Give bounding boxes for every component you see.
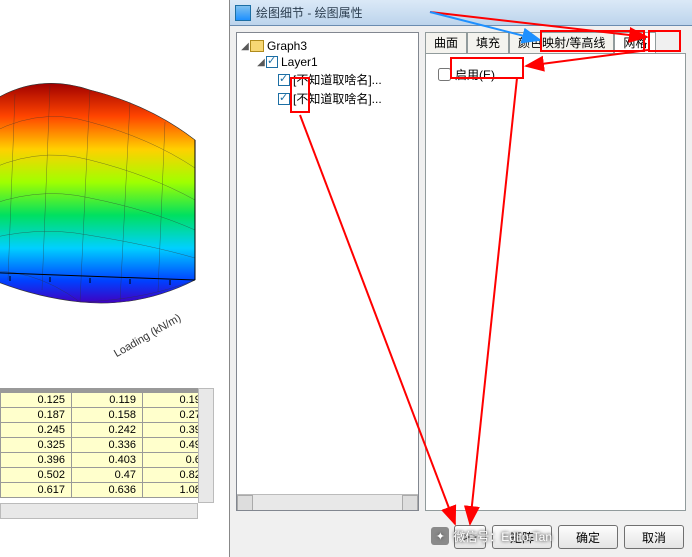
surface-mesh	[0, 50, 200, 330]
tree-dataset[interactable]: [不知道取啥名]...	[240, 89, 415, 108]
cancel-button[interactable]: 取消	[624, 525, 684, 549]
table-cell[interactable]: 0.242	[72, 423, 143, 438]
enable-label: 启用(E)	[455, 66, 495, 83]
watermark: ✦ 微信号：EditorTan	[431, 527, 552, 545]
data-table: 0.1250.1190.1910.1870.1580.2770.2450.242…	[0, 388, 214, 518]
watermark-text: 微信号：EditorTan	[453, 528, 552, 545]
checkbox-icon[interactable]	[266, 56, 278, 68]
table-cell[interactable]: 0.396	[1, 453, 72, 468]
enable-checkbox[interactable]	[438, 68, 451, 81]
tree-layer[interactable]: ◢ Layer1	[240, 54, 415, 70]
enable-checkbox-row[interactable]: 启用(E)	[438, 66, 495, 83]
wechat-icon: ✦	[431, 527, 449, 545]
tab-fill[interactable]: 填充	[467, 32, 509, 53]
tab-curve[interactable]: 曲面	[425, 32, 467, 53]
table-cell[interactable]: 0.119	[72, 393, 143, 408]
dialog-title: 绘图细节 - 绘图属性	[256, 4, 363, 21]
collapse-arrow-icon[interactable]: ◢	[240, 41, 250, 52]
checkbox-icon[interactable]	[278, 93, 290, 105]
table-cell[interactable]: 0.158	[72, 408, 143, 423]
dialog-titlebar[interactable]: 绘图细节 - 绘图属性	[230, 0, 692, 26]
tab-bar: 曲面 填充 颜色映射/等高线 网格	[425, 32, 686, 54]
table-cell[interactable]: 0.125	[1, 393, 72, 408]
ok-button[interactable]: 确定	[558, 525, 618, 549]
table-cell[interactable]: 0.502	[1, 468, 72, 483]
table-cell[interactable]: 0.47	[72, 468, 143, 483]
table-scrollbar-vertical[interactable]	[198, 388, 214, 503]
tree-scrollbar-horizontal[interactable]	[237, 494, 418, 510]
tab-grid[interactable]: 网格	[614, 32, 656, 54]
collapse-arrow-icon[interactable]: ◢	[256, 57, 266, 68]
background-plot-pane: Loading (kN/m) 0.1250.1190.1910.1870.158…	[0, 0, 214, 557]
tree-root-graph[interactable]: ◢ Graph3	[240, 38, 415, 54]
tree-label: Layer1	[281, 55, 318, 69]
plot-details-dialog: 绘图细节 - 绘图属性 ◢ Graph3 ◢ Layer1 [不知道取啥名]..…	[229, 0, 692, 557]
checkbox-icon[interactable]	[278, 74, 290, 86]
table-cell[interactable]: 0.187	[1, 408, 72, 423]
tab-panel: 曲面 填充 颜色映射/等高线 网格 启用(E)	[425, 32, 686, 511]
app-icon	[235, 5, 251, 21]
tab-colormap[interactable]: 颜色映射/等高线	[509, 32, 614, 53]
table-scrollbar-horizontal[interactable]	[0, 503, 198, 519]
table-cell[interactable]: 0.636	[72, 483, 143, 498]
layer-tree-panel: ◢ Graph3 ◢ Layer1 [不知道取啥名]... [不知道取啥名]..…	[236, 32, 419, 511]
table-cell[interactable]: 0.245	[1, 423, 72, 438]
table-cell[interactable]: 0.336	[72, 438, 143, 453]
tab-content-grid: 启用(E)	[425, 53, 686, 511]
table-cell[interactable]: 0.403	[72, 453, 143, 468]
surface-plot: Loading (kN/m)	[0, 0, 214, 384]
tree-label: [不知道取啥名]...	[293, 90, 382, 107]
tree-label: [不知道取啥名]...	[293, 71, 382, 88]
folder-icon	[250, 40, 264, 52]
tree-dataset[interactable]: [不知道取啥名]...	[240, 70, 415, 89]
table-cell[interactable]: 0.617	[1, 483, 72, 498]
tree-label: Graph3	[267, 39, 307, 53]
table-cell[interactable]: 0.325	[1, 438, 72, 453]
